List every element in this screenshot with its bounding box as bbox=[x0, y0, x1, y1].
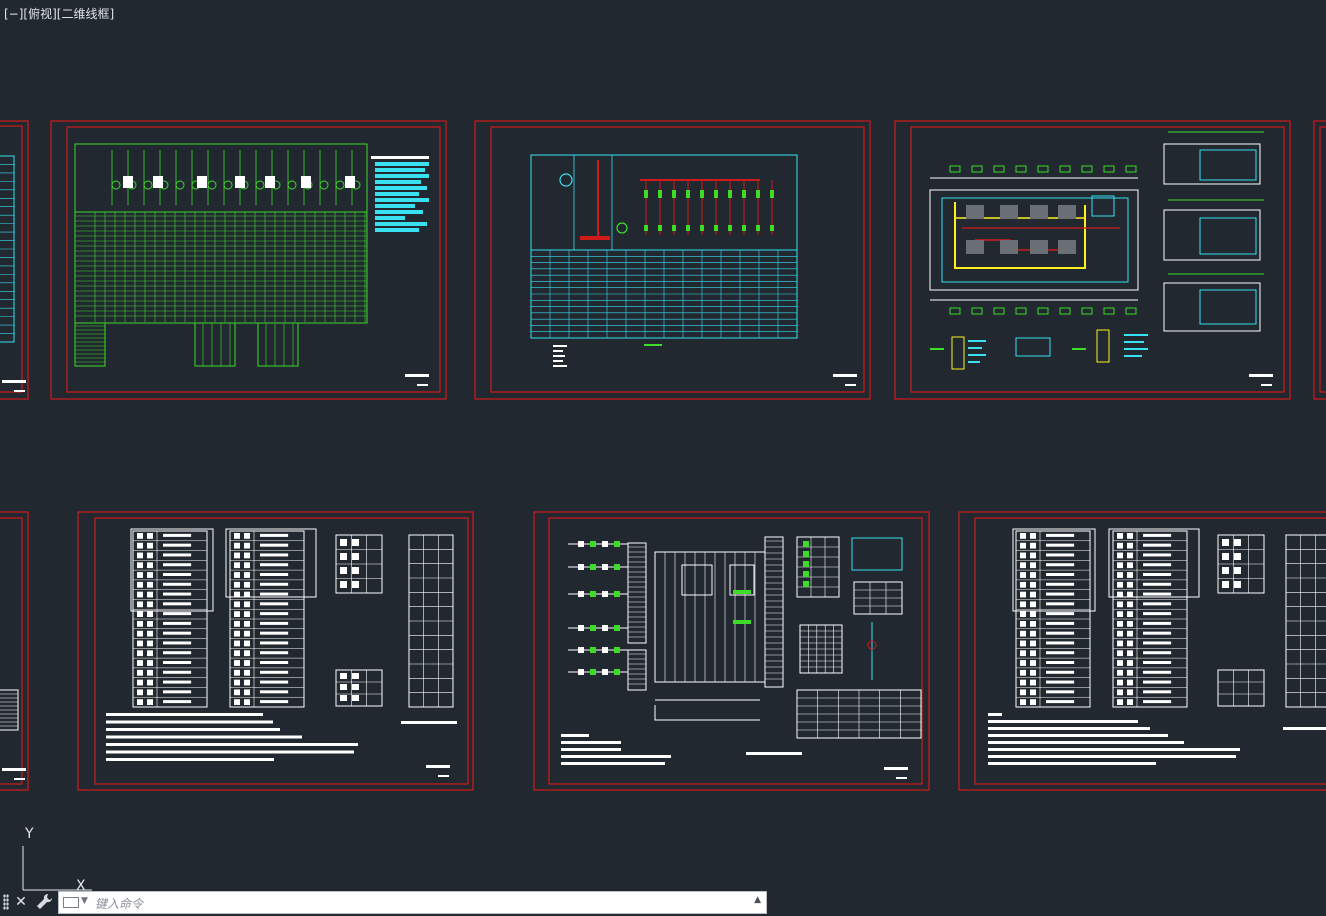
close-icon[interactable]: ✕ bbox=[13, 893, 29, 911]
sheets-layer bbox=[0, 120, 1326, 791]
sheet-6-terminal-tables[interactable] bbox=[958, 511, 1326, 791]
sheet-3-floor-plan[interactable] bbox=[894, 120, 1291, 400]
ucs-icon: Y X bbox=[22, 826, 92, 894]
sheet-partial-right-top[interactable] bbox=[1313, 120, 1326, 400]
command-placeholder: 键入命令 bbox=[95, 897, 144, 911]
sheet-partial-left-top[interactable] bbox=[0, 120, 29, 400]
sheet-2-cyan-schematic[interactable] bbox=[474, 120, 871, 400]
command-input[interactable]: ▼ 键入命令 ▲ bbox=[58, 891, 767, 914]
command-line-bar: ✕ ▼ 键入命令 ▲ bbox=[0, 889, 768, 916]
drag-grip-icon[interactable] bbox=[3, 894, 9, 910]
sheet-1-green-schematic[interactable] bbox=[50, 120, 447, 400]
wrench-icon[interactable] bbox=[34, 892, 54, 912]
ucs-y-label: Y bbox=[24, 826, 34, 842]
prompt-icon[interactable] bbox=[63, 897, 79, 908]
sheet-partial-left-bottom[interactable] bbox=[0, 511, 29, 791]
chevron-up-icon[interactable]: ▲ bbox=[754, 895, 761, 905]
sheet-4-terminal-tables[interactable] bbox=[77, 511, 474, 791]
drawing-canvas[interactable] bbox=[0, 0, 1326, 916]
chevron-down-icon[interactable]: ▼ bbox=[81, 896, 88, 906]
sheet-5-wiring-diagram[interactable] bbox=[533, 511, 930, 791]
